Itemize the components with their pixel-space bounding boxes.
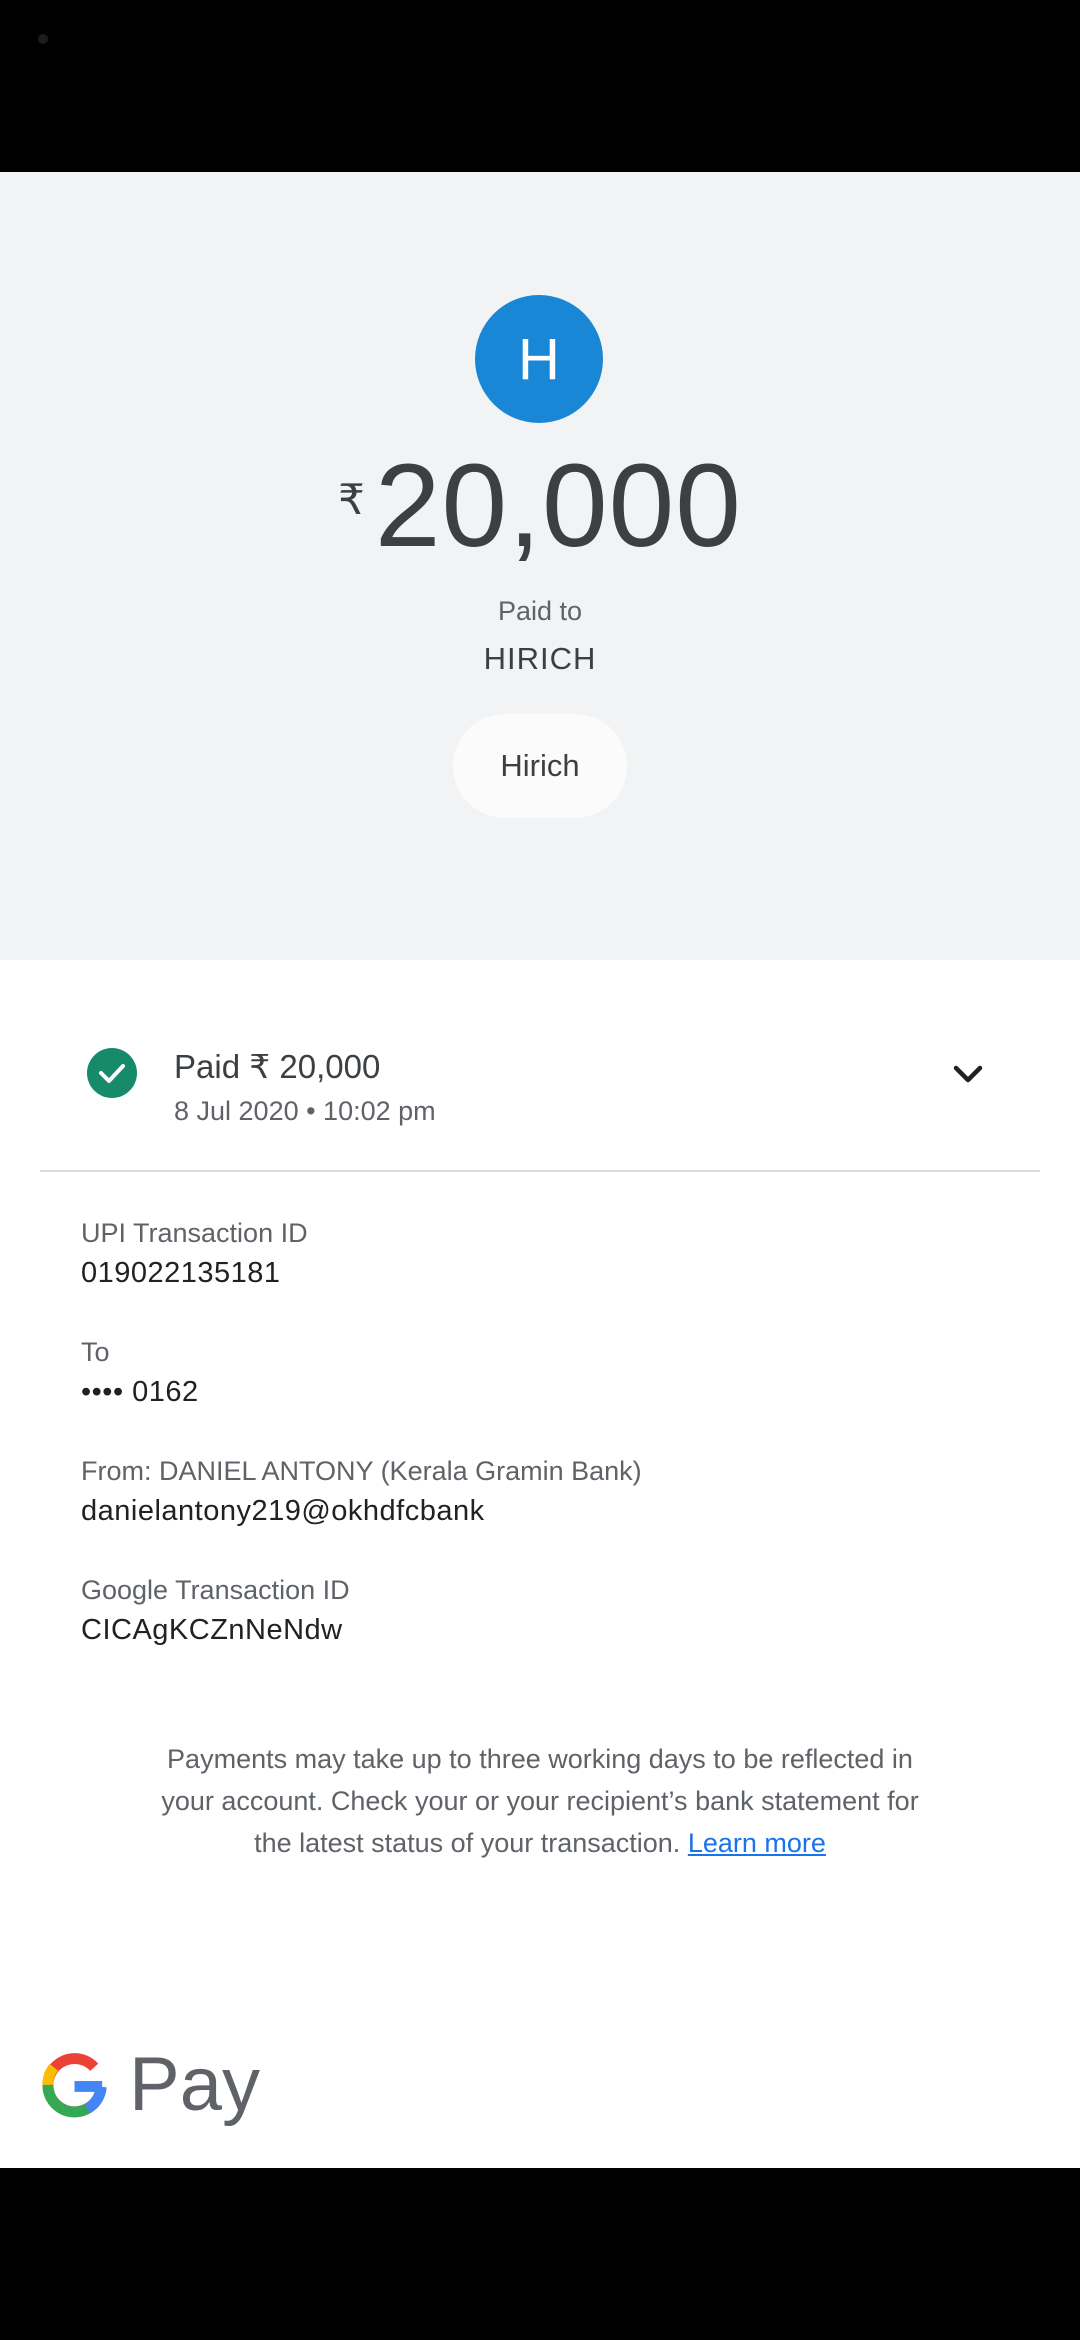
to-label: To xyxy=(81,1337,110,1367)
payee-chip[interactable]: Hirich xyxy=(453,714,627,818)
navigation-bar xyxy=(0,2168,1080,2340)
google-g-icon xyxy=(42,2053,107,2118)
upi-transaction-id-label: UPI Transaction ID xyxy=(81,1218,308,1248)
from-label: From: DANIEL ANTONY (Kerala Gramin Bank) xyxy=(81,1456,642,1486)
chevron-down-icon[interactable] xyxy=(950,1060,986,1088)
google-transaction-id-value[interactable]: CICAgKCZnNeNdw xyxy=(81,1614,343,1647)
camera-cutout xyxy=(38,34,48,44)
google-transaction-id-label: Google Transaction ID xyxy=(81,1575,350,1605)
currency-symbol: ₹ xyxy=(338,476,365,523)
learn-more-link[interactable]: Learn more xyxy=(688,1828,826,1858)
transaction-details-panel: Paid ₹ 20,000 8 Jul 2020 • 10:02 pm UPI … xyxy=(0,960,1080,2168)
divider xyxy=(40,1170,1040,1172)
payment-summary-header: H ₹ 20,000 Paid to HIRICH Hirich xyxy=(0,172,1080,960)
payment-status-title: Paid ₹ 20,000 xyxy=(174,1048,381,1085)
paid-to-label: Paid to xyxy=(497,596,583,626)
from-upi-value[interactable]: danielantony219@okhdfcbank xyxy=(81,1495,485,1528)
check-circle-icon xyxy=(87,1048,137,1098)
google-pay-logo: Pay xyxy=(40,2035,260,2135)
pay-wordmark: Pay xyxy=(129,2042,260,2127)
payee-name: HIRICH xyxy=(483,641,597,676)
payment-datetime: 8 Jul 2020 • 10:02 pm xyxy=(174,1096,436,1126)
amount-display: ₹ 20,000 xyxy=(0,447,1080,565)
status-bar xyxy=(0,0,1080,172)
upi-transaction-id-value[interactable]: 019022135181 xyxy=(81,1257,281,1290)
payment-info-note: Payments may take up to three working da… xyxy=(140,1738,940,1864)
to-account-value: •••• 0162 xyxy=(81,1376,199,1408)
payee-avatar[interactable]: H xyxy=(475,295,603,423)
amount-value: 20,000 xyxy=(374,440,742,572)
